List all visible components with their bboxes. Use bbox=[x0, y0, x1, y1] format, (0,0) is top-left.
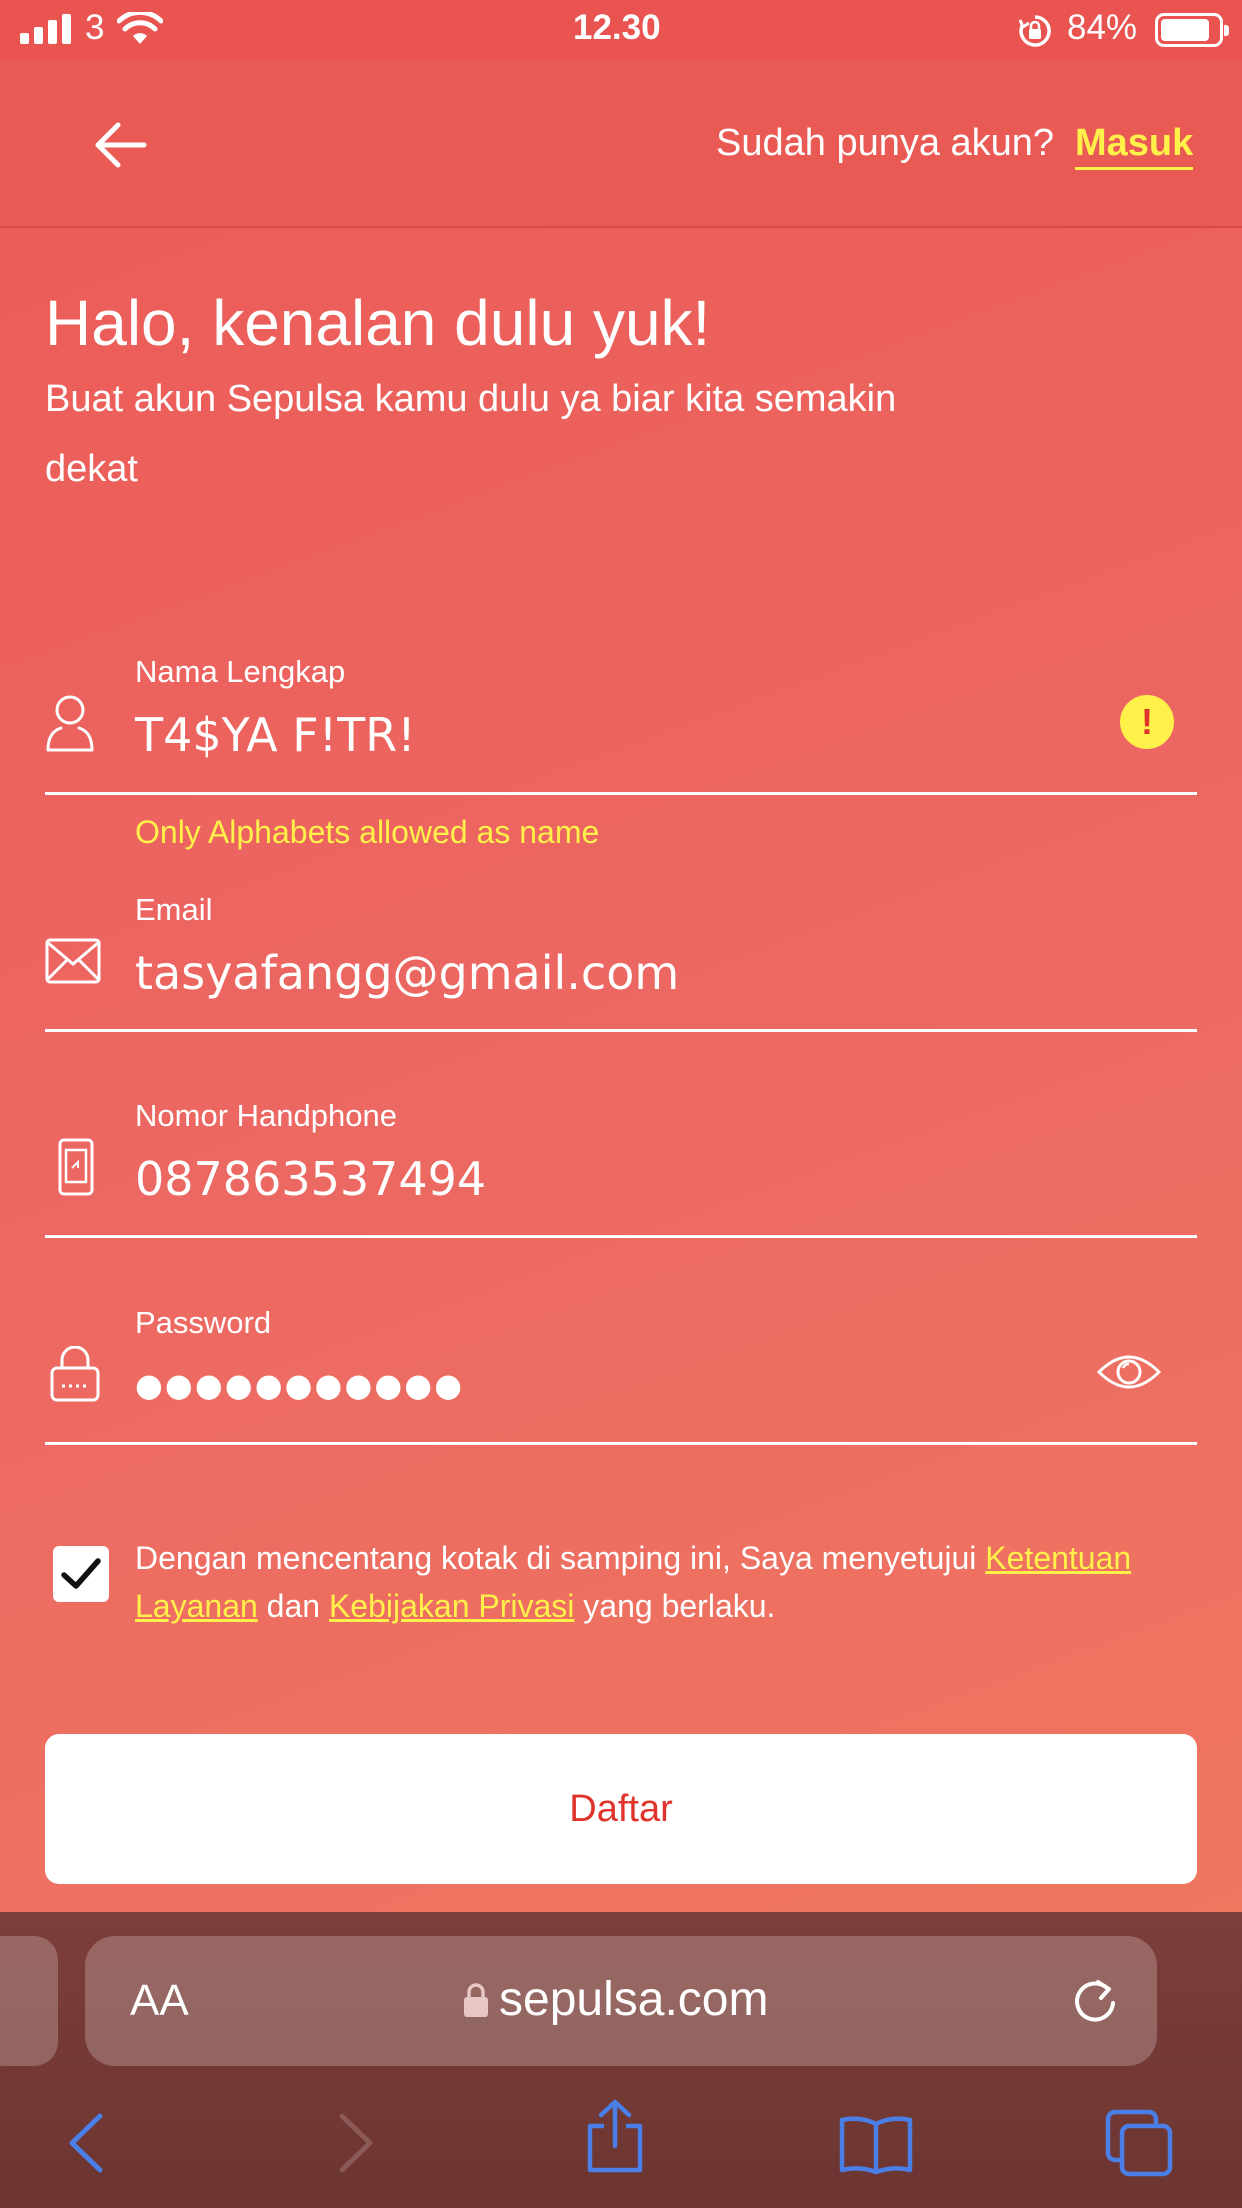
reload-icon[interactable] bbox=[1070, 1976, 1120, 2028]
phone-icon bbox=[58, 1138, 94, 1196]
forward-icon[interactable] bbox=[336, 2112, 376, 2174]
phone-underline bbox=[45, 1235, 1197, 1238]
terms-text-middle: dan bbox=[257, 1588, 329, 1624]
url-text[interactable]: sepulsa.com bbox=[499, 1972, 768, 2027]
phone-input[interactable]: 087863537494 bbox=[135, 1152, 486, 1206]
bookmarks-icon[interactable] bbox=[838, 2114, 914, 2176]
register-button[interactable]: Daftar bbox=[45, 1734, 1197, 1884]
terms-checkbox[interactable] bbox=[53, 1546, 109, 1602]
email-label: Email bbox=[135, 892, 213, 927]
orientation-lock-icon bbox=[1018, 15, 1051, 47]
back-icon[interactable] bbox=[66, 2112, 106, 2174]
battery-percent: 84% bbox=[1067, 8, 1138, 47]
name-error-message: Only Alphabets allowed as name bbox=[135, 814, 600, 850]
privacy-policy-link[interactable]: Kebijakan Privasi bbox=[329, 1588, 574, 1624]
password-underline bbox=[45, 1442, 1197, 1445]
clock: 12.30 bbox=[573, 8, 661, 47]
have-account-text: Sudah punya akun? bbox=[716, 122, 1055, 164]
signal-strength-icon bbox=[20, 14, 75, 44]
email-input[interactable]: tasyafangg@gmail.com bbox=[135, 946, 679, 1000]
terms-text-before: Dengan mencentang kotak di samping ini, … bbox=[135, 1540, 986, 1576]
user-icon bbox=[46, 695, 94, 752]
back-arrow-icon[interactable] bbox=[92, 120, 148, 170]
page-title: Halo, kenalan dulu yuk! bbox=[45, 287, 711, 359]
text-size-button[interactable]: AA bbox=[130, 1976, 189, 2026]
password-label: Password bbox=[135, 1305, 272, 1340]
terms-text: Dengan mencentang kotak di samping ini, … bbox=[135, 1534, 1210, 1630]
share-icon[interactable] bbox=[584, 2098, 646, 2174]
browser-toolbar: AA sepulsa.com bbox=[0, 1912, 1242, 2208]
top-nav-bar: Sudah punya akun? Masuk bbox=[0, 60, 1242, 228]
page-subtitle-line1: Buat akun Sepulsa kamu dulu ya biar kita… bbox=[45, 378, 897, 420]
lock-icon bbox=[464, 1983, 488, 2017]
email-underline bbox=[45, 1029, 1197, 1032]
tabs-icon[interactable] bbox=[1104, 2108, 1176, 2178]
eye-icon[interactable] bbox=[1096, 1350, 1162, 1394]
login-link[interactable]: Masuk bbox=[1075, 122, 1194, 170]
checkmark-icon bbox=[61, 1558, 101, 1589]
terms-text-after: yang berlaku. bbox=[574, 1588, 776, 1624]
name-label: Nama Lengkap bbox=[135, 654, 346, 689]
name-underline bbox=[45, 792, 1197, 795]
name-input[interactable]: T4$YA F!TR! bbox=[135, 708, 416, 762]
lock-icon bbox=[50, 1346, 100, 1402]
warning-icon: ! bbox=[1120, 695, 1174, 749]
wifi-icon bbox=[117, 12, 163, 44]
page-subtitle-line2: dekat bbox=[45, 448, 138, 490]
password-input[interactable]: ●●●●●●●●●●● bbox=[135, 1366, 464, 1404]
status-bar: 3 12.30 84% bbox=[0, 0, 1242, 60]
envelope-icon bbox=[45, 938, 101, 984]
previous-tab-edge[interactable] bbox=[0, 1936, 58, 2066]
battery-icon bbox=[1155, 13, 1229, 47]
address-bar[interactable]: AA sepulsa.com bbox=[85, 1936, 1157, 2066]
phone-label: Nomor Handphone bbox=[135, 1098, 397, 1133]
carrier-label: 3 bbox=[85, 8, 105, 47]
